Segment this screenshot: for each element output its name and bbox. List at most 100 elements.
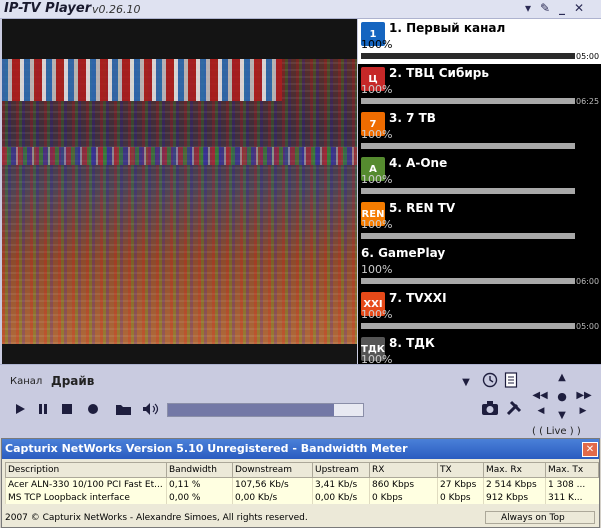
tab-drive[interactable]: Драйв — [51, 374, 94, 388]
column-header[interactable]: RX — [369, 462, 438, 478]
document-icon[interactable] — [504, 372, 518, 388]
copyright-text: 2007 © Capturix NetWorks - Alexandre Sim… — [5, 513, 308, 523]
volume-icon[interactable] — [142, 401, 160, 416]
pin-icon[interactable]: ✎ — [538, 1, 552, 15]
channel-progress-fill — [361, 53, 575, 59]
channel-progress-bar — [361, 143, 575, 149]
column-header[interactable]: Description — [5, 462, 167, 478]
channel-item[interactable]: REN 5. REN TV 100% — [358, 199, 601, 244]
nav-down-icon[interactable]: ▼ — [556, 409, 568, 421]
clock-icon[interactable] — [482, 372, 498, 388]
table-row[interactable]: Acer ALN-330 10/100 PCI Fast Et... 0,11 %… — [5, 477, 599, 491]
networks-window: Capturix NetWorks Version 5.10 Unregiste… — [1, 438, 600, 528]
column-header[interactable]: TX — [437, 462, 484, 478]
channel-progress-bar — [361, 278, 575, 284]
table-header-row: Description Bandwidth Downstream Upstream RX… — [5, 462, 599, 478]
video-artifact-band — [2, 147, 357, 165]
control-panel: Канал Драйв ▼ ▲ ◀◀ ● ▶▶ ◀ ▶ ▼ ((Live)… — [0, 364, 601, 439]
column-header[interactable]: Max. Rx — [483, 462, 546, 478]
table-cell: 0,00 Kb/s — [312, 491, 370, 504]
minimize-button[interactable]: _ — [555, 1, 569, 15]
channel-percent: 100% — [361, 83, 393, 96]
close-button[interactable]: ✕ — [572, 1, 586, 15]
table-cell: 0 Kbps — [369, 491, 438, 504]
table-cell: 1 308 ... — [545, 477, 599, 491]
channel-percent: 100% — [361, 128, 393, 141]
table-cell: MS TCP Loopback interface — [5, 491, 167, 504]
table-cell: 107,56 Kb/s — [232, 477, 313, 491]
pause-icon[interactable] — [36, 402, 50, 416]
channel-list[interactable]: 1 1. Первый канал 100% 05:00 Ц 2. ТВЦ Сибирь 1… — [358, 19, 601, 364]
networks-title: Capturix NetWorks Version 5.10 Unregiste… — [5, 442, 408, 455]
channel-name: 2. ТВЦ Сибирь — [389, 66, 489, 80]
prev-channel-icon[interactable]: ◀◀ — [532, 388, 547, 402]
table-row[interactable]: MS TCP Loopback interface 0,00 % 0,00 Kb/s… — [5, 491, 599, 504]
table-cell: 0,00 % — [166, 491, 233, 504]
always-on-top-button[interactable]: Always on Top — [485, 511, 595, 524]
video-area[interactable] — [2, 19, 357, 364]
table-cell: 0 Kbps — [437, 491, 484, 504]
channel-time: 05:00 — [576, 322, 600, 331]
settings-tools-icon[interactable] — [505, 399, 523, 417]
channel-progress-fill — [361, 143, 575, 149]
channel-progress-fill — [361, 233, 575, 239]
video-artifact-band — [2, 59, 282, 101]
title-bar[interactable]: IP-TV Player v0.26.10 ▾ ✎ _ ✕ — [0, 0, 601, 19]
channel-name: 1. Первый канал — [389, 21, 506, 35]
nav-up-icon[interactable]: ▲ — [556, 371, 568, 383]
nav-right-icon[interactable]: ▶ — [577, 405, 589, 417]
volume-slider[interactable] — [167, 403, 364, 417]
channel-time: 05:00 — [576, 52, 600, 61]
channel-item[interactable]: XXI 7. TVXXI 100% 05:00 — [358, 289, 601, 334]
table-cell: 0,00 Kb/s — [232, 491, 313, 504]
channel-item[interactable]: 7 3. 7 ТВ 100% — [358, 109, 601, 154]
channel-name: 5. REN TV — [389, 201, 456, 215]
column-header[interactable]: Upstream — [312, 462, 370, 478]
next-channel-icon[interactable]: ▶▶ — [576, 388, 591, 402]
networks-close-button[interactable]: ✕ — [582, 442, 598, 457]
folder-icon[interactable] — [115, 401, 132, 416]
channel-name: 3. 7 ТВ — [389, 111, 436, 125]
table-cell: 860 Kbps — [369, 477, 438, 491]
column-header[interactable]: Downstream — [232, 462, 313, 478]
menu-dropdown-icon[interactable]: ▾ — [521, 1, 535, 15]
channel-item[interactable]: Ц 2. ТВЦ Сибирь 100% 06:25 — [358, 64, 601, 109]
nav-center-icon[interactable]: ● — [556, 390, 568, 403]
channel-dropdown-icon[interactable]: ▼ — [460, 376, 472, 388]
channel-item[interactable]: ТДК 8. ТДК 100% — [358, 334, 601, 364]
nav-left-icon[interactable]: ◀ — [535, 405, 547, 417]
column-header[interactable]: Max. Tx — [545, 462, 599, 478]
play-icon[interactable] — [13, 402, 27, 416]
channel-percent: 100% — [361, 218, 393, 231]
channel-name: 7. TVXXI — [389, 291, 447, 305]
table-cell: 912 Kbps — [483, 491, 546, 504]
channel-time: 06:25 — [576, 97, 600, 106]
channel-progress-fill — [361, 98, 575, 104]
channel-progress-bar — [361, 53, 575, 59]
stop-icon[interactable] — [60, 402, 74, 416]
channel-progress-fill — [361, 323, 575, 329]
channel-item[interactable]: 6. GamePlay 100% 06:00 — [358, 244, 601, 289]
table-cell: 3,41 Kb/s — [312, 477, 370, 491]
screenshot-icon[interactable] — [481, 399, 499, 417]
column-header[interactable]: Bandwidth — [166, 462, 233, 478]
channel-percent: 100% — [361, 173, 393, 186]
channel-progress-fill — [361, 278, 575, 284]
app-title: IP-TV Player — [4, 1, 92, 16]
volume-fill — [168, 404, 334, 416]
table-cell: 0,11 % — [166, 477, 233, 491]
channel-item[interactable]: A 4. A-One 100% — [358, 154, 601, 199]
channel-percent: 100% — [361, 263, 393, 276]
channel-percent: 100% — [361, 353, 393, 364]
networks-title-bar[interactable]: Capturix NetWorks Version 5.10 Unregiste… — [2, 439, 599, 459]
table-cell: 2 514 Kbps — [483, 477, 546, 491]
channel-progress-bar — [361, 188, 575, 194]
live-button[interactable]: ( ( Live ) ) — [532, 426, 581, 437]
iptv-window: IP-TV Player v0.26.10 ▾ ✎ _ ✕ 1 1. Первый… — [0, 0, 601, 439]
channel-progress-bar — [361, 233, 575, 239]
table-cell: Acer ALN-330 10/100 PCI Fast Et... — [5, 477, 167, 491]
record-icon[interactable] — [86, 402, 100, 416]
app-version: v0.26.10 — [92, 3, 141, 16]
tab-channel[interactable]: Канал — [10, 376, 42, 387]
channel-item[interactable]: 1 1. Первый канал 100% 05:00 — [358, 19, 601, 64]
